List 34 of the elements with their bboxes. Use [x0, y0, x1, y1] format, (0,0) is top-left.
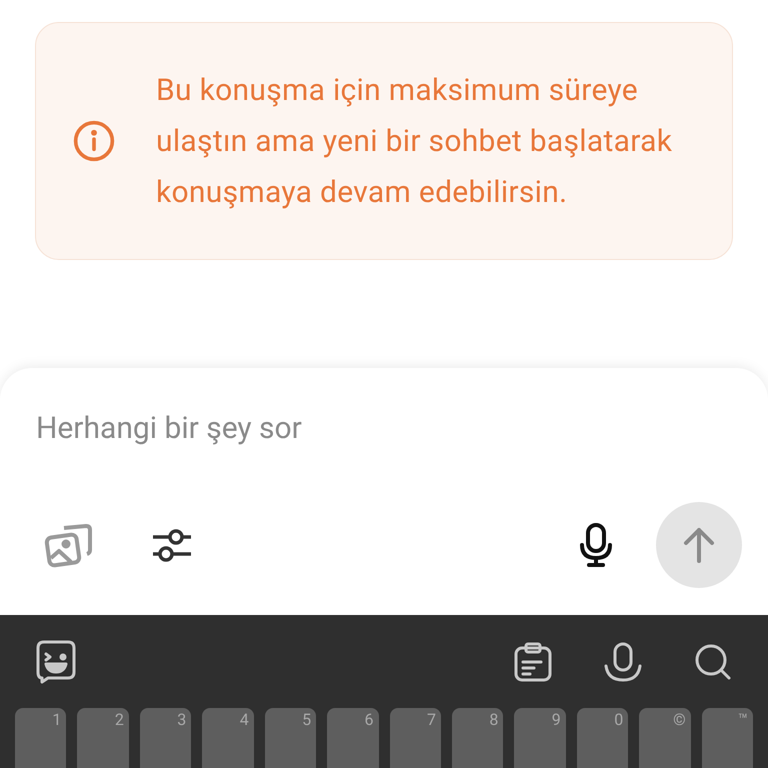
keyboard-key[interactable]: 9	[514, 708, 566, 768]
key-hint: 5	[302, 710, 312, 730]
keyboard-key[interactable]: ™	[702, 708, 754, 768]
key-hint: 9	[552, 710, 561, 730]
search-icon[interactable]	[694, 642, 732, 680]
microphone-icon[interactable]	[579, 523, 613, 567]
keyboard-key[interactable]: 1	[15, 708, 66, 768]
keyboard-key[interactable]: 2	[77, 708, 129, 768]
keyboard-key[interactable]: ©	[639, 708, 691, 768]
images-icon[interactable]	[44, 522, 94, 568]
keyboard-key[interactable]: 0	[576, 708, 628, 768]
key-hint: 0	[614, 710, 624, 730]
keyboard-key[interactable]: 3	[140, 708, 192, 768]
key-hint: 6	[364, 710, 374, 730]
keyboard-key[interactable]: 8	[452, 708, 504, 768]
keyboard-key[interactable]: 7	[390, 708, 441, 768]
clipboard-icon[interactable]	[514, 642, 552, 682]
key-hint: 4	[240, 710, 249, 730]
key-hint: 1	[52, 710, 62, 730]
keyboard-key[interactable]: 4	[202, 708, 254, 768]
arrow-up-icon	[683, 527, 715, 563]
key-hint: 8	[489, 710, 498, 730]
key-hint: 7	[426, 710, 436, 730]
key-hint: 2	[114, 710, 124, 730]
keyboard-key[interactable]: 5	[264, 708, 316, 768]
info-icon	[72, 119, 116, 163]
key-hint: 3	[177, 710, 186, 730]
message-field[interactable]: Herhangi bir şey sor	[36, 408, 732, 448]
microphone-icon[interactable]	[604, 642, 642, 682]
keyboard-key[interactable]: 6	[327, 708, 379, 768]
key-hint: ™	[738, 710, 748, 730]
key-hint: ©	[673, 710, 686, 730]
emoji-icon[interactable]	[36, 640, 76, 684]
notice-text: Bu konuşma için maksimum süreye ulaştın ama yeni bir sohbet başlatarak konuşmaya devam edebilirsin.	[156, 72, 674, 212]
